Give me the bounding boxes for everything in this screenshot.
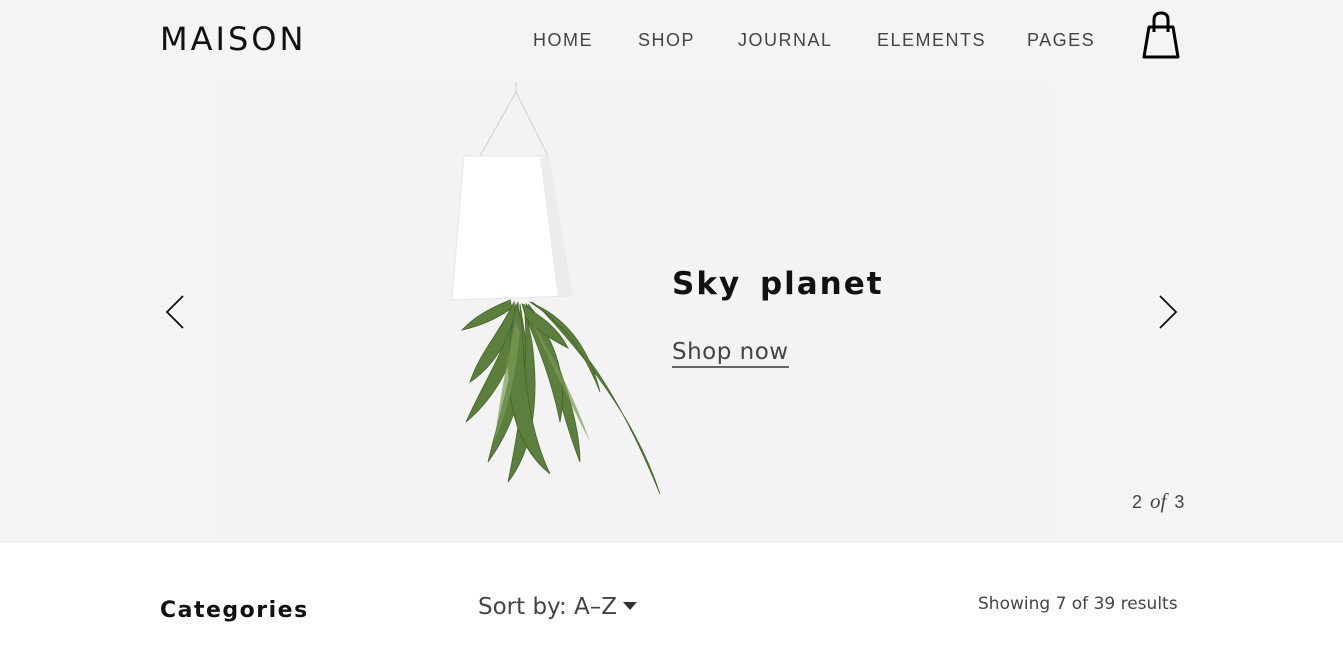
slide-counter: 2 of 3 — [1132, 489, 1184, 514]
sort-label: Sort by: A–Z — [478, 594, 618, 620]
slide-of: of — [1150, 489, 1167, 513]
sort-dropdown[interactable]: Sort by: A–Z — [478, 594, 638, 620]
nav-home[interactable]: HOME — [533, 30, 593, 51]
shop-now-link[interactable]: Shop now — [672, 339, 789, 368]
page: MAISON HOME SHOP JOURNAL ELEMENTS PAGES — [0, 0, 1343, 655]
categories-heading: Categories — [160, 598, 309, 623]
hero-slider: Sky planet Shop now 2 of 3 — [0, 82, 1343, 543]
results-count: Showing 7 of 39 results — [978, 594, 1178, 614]
slide-current: 2 — [1132, 492, 1143, 512]
nav-pages[interactable]: PAGES — [1027, 30, 1095, 51]
shopping-bag-icon[interactable] — [1141, 11, 1181, 59]
caret-down-icon — [623, 601, 638, 610]
nav-elements[interactable]: ELEMENTS — [877, 30, 986, 51]
nav-journal[interactable]: JOURNAL — [738, 30, 833, 51]
site-logo[interactable]: MAISON — [160, 20, 306, 58]
chevron-left-icon[interactable] — [163, 294, 187, 330]
nav-shop[interactable]: SHOP — [638, 30, 695, 51]
site-header: MAISON HOME SHOP JOURNAL ELEMENTS PAGES — [0, 0, 1343, 82]
slide-total: 3 — [1174, 492, 1185, 512]
hero-title: Sky planet — [672, 266, 884, 302]
chevron-right-icon[interactable] — [1156, 294, 1180, 330]
hanging-plant-image — [440, 82, 680, 512]
